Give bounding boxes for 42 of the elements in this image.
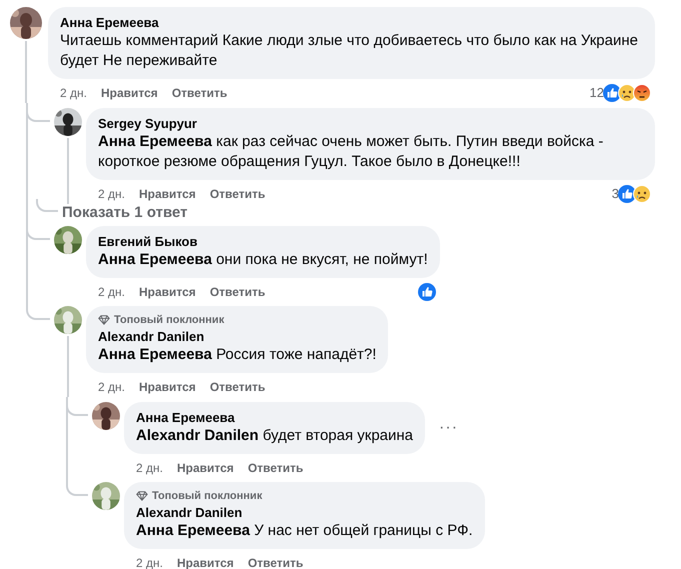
comment-text: Анна Еремеева У нас нет общей границы с РФ. — [136, 521, 473, 541]
reaction-count[interactable]: 3 — [612, 186, 619, 201]
author-name[interactable]: Alexandr Danilen — [136, 504, 242, 521]
timestamp[interactable]: 2 дн. — [98, 380, 125, 394]
reply-button[interactable]: Ответить — [248, 460, 304, 474]
author-name[interactable]: Анна Еремеева — [136, 409, 235, 426]
author-name[interactable]: Анна Еремеева — [60, 14, 159, 31]
diamond-icon — [98, 315, 110, 325]
timestamp[interactable]: 2 дн. — [98, 186, 125, 200]
author-name[interactable]: Alexandr Danilen — [98, 328, 204, 345]
author-name[interactable]: Sergey Syupyur — [98, 115, 197, 132]
timestamp[interactable]: 2 дн. — [98, 284, 125, 298]
badge-label: Топовый поклонник — [152, 489, 262, 503]
like-button[interactable]: Нравится — [138, 380, 196, 394]
reaction-count[interactable]: 12 — [590, 85, 604, 100]
like-button[interactable]: Нравится — [138, 186, 196, 200]
reply-button[interactable]: Ответить — [210, 284, 266, 298]
more-options-button[interactable]: ··· — [439, 419, 458, 437]
diamond-icon — [136, 491, 148, 501]
reply-button[interactable]: Ответить — [210, 380, 266, 394]
angry-emoji-icon — [633, 84, 651, 102]
like-button[interactable]: Нравится — [100, 86, 158, 100]
like-button[interactable]: Нравится — [176, 556, 234, 569]
badge-label: Топовый поклонник — [114, 313, 224, 327]
comment-text: Alexandr Danilen будет вторая украина — [136, 426, 414, 446]
reply-button[interactable]: Ответить — [248, 556, 304, 569]
comment-text: Анна Еремеева они пока не вкусят, не поймут! — [98, 250, 428, 270]
author-name[interactable]: Евгений Быков — [98, 233, 198, 250]
reply-button[interactable]: Ответить — [210, 186, 266, 200]
sad-emoji-icon — [633, 184, 651, 202]
thread-connector — [36, 199, 58, 212]
timestamp[interactable]: 2 дн. — [136, 556, 163, 569]
like-button[interactable]: Нравится — [176, 460, 234, 474]
show-replies-link[interactable]: Показать 1 ответ — [62, 204, 188, 221]
comment-text: Читаешь комментарий Какие люди злые что добиваетесь что было как на Украине будет Не переживайте — [60, 31, 639, 71]
timestamp[interactable]: 2 дн. — [60, 86, 87, 100]
timestamp[interactable]: 2 дн. — [136, 460, 163, 474]
comment-text: Анна Еремеева как раз сейчас очень может быть. Путин введи войска - короткое резюме обращения Гуцул. Такое было в Донецке!!! — [98, 132, 604, 172]
comment-text: Анна Еремеева Россия тоже нападёт?! — [98, 345, 376, 365]
like-icon — [418, 282, 436, 300]
reply-button[interactable]: Ответить — [172, 86, 228, 100]
like-button[interactable]: Нравится — [138, 284, 196, 298]
